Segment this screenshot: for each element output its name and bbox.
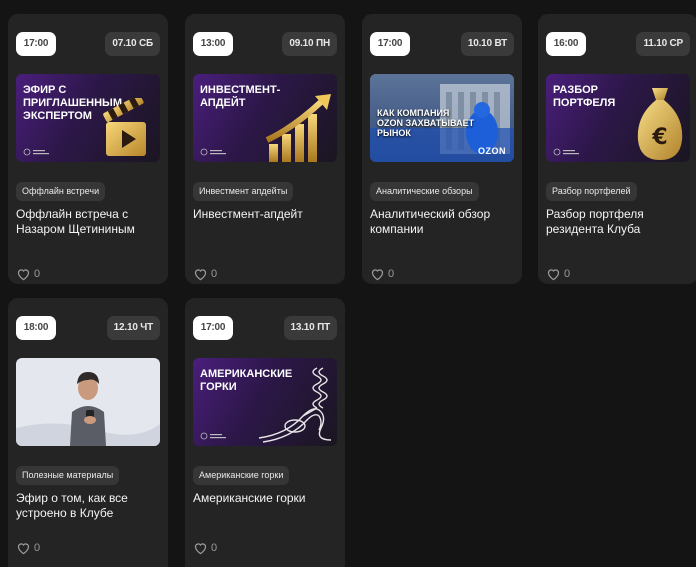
event-date: 10.10 ВТ	[460, 32, 514, 56]
event-thumbnail[interactable]: АМЕРИКАНСКИЕ ГОРКИ	[193, 358, 337, 446]
ozon-brand-label: OZON	[478, 146, 506, 156]
events-grid: 17:00 07.10 СБ ЭФИР С ПРИГЛАШЕННЫМ ЭКСПЕ…	[0, 0, 696, 567]
event-time: 17:00	[193, 316, 233, 340]
event-thumbnail[interactable]: ЭФИР С ПРИГЛАШЕННЫМ ЭКСПЕРТОМ	[16, 74, 160, 162]
event-category-tag[interactable]: Американские горки	[193, 466, 290, 485]
event-category-tag[interactable]: Оффлайн встречи	[16, 182, 106, 201]
event-category-tag[interactable]: Разбор портфелей	[546, 182, 637, 201]
rollercoaster-icon	[258, 367, 332, 443]
like-counter[interactable]: 0	[16, 266, 40, 282]
event-card[interactable]: 17:00 10.10 ВТ КАК КОМПАНИЯ OZON ЗАХВАТЫ…	[362, 14, 522, 284]
person-phone-illustration	[16, 372, 160, 446]
event-time: 17:00	[16, 32, 56, 56]
heart-icon[interactable]	[16, 541, 31, 555]
heart-icon[interactable]	[546, 267, 561, 281]
like-count: 0	[211, 268, 218, 280]
heart-icon[interactable]	[370, 267, 385, 281]
like-count: 0	[564, 268, 571, 280]
club-logo	[23, 148, 49, 156]
heart-icon[interactable]	[16, 267, 31, 281]
event-category-tag[interactable]: Аналитические обзоры	[370, 182, 479, 201]
event-card[interactable]: 17:00 07.10 СБ ЭФИР С ПРИГЛАШЕННЫМ ЭКСПЕ…	[8, 14, 168, 284]
event-date: 12.10 ЧТ	[106, 316, 160, 340]
event-title[interactable]: Эфир о том, как все устроено в Клубе	[16, 491, 164, 521]
event-date: 13.10 ПТ	[283, 316, 337, 340]
club-logo	[200, 432, 226, 440]
like-counter[interactable]: 0	[193, 266, 217, 282]
event-card[interactable]: 16:00 11.10 СР РАЗБОР ПОРТФЕЛЯ € Разбор …	[538, 14, 696, 284]
event-date: 11.10 СР	[636, 32, 690, 56]
heart-icon[interactable]	[193, 541, 208, 555]
event-title[interactable]: Оффлайн встреча с Назаром Щетининым	[16, 207, 164, 237]
event-title[interactable]: Американские горки	[193, 491, 341, 506]
like-counter[interactable]: 0	[370, 266, 394, 282]
club-logo	[200, 148, 226, 156]
thumbnail-title: КАК КОМПАНИЯ OZON ЗАХВАТЫВАЕТ РЫНОК	[377, 108, 475, 138]
like-counter[interactable]: 0	[16, 540, 40, 556]
svg-text:€: €	[651, 125, 667, 150]
like-counter[interactable]: 0	[193, 540, 217, 556]
clapperboard-icon	[103, 98, 146, 156]
like-count: 0	[34, 542, 41, 554]
club-logo	[553, 148, 579, 156]
event-thumbnail[interactable]	[16, 358, 160, 446]
growth-chart-icon	[265, 94, 331, 162]
like-count: 0	[388, 268, 395, 280]
event-time: 18:00	[16, 316, 56, 340]
money-bag-icon: €	[637, 88, 683, 160]
event-card[interactable]: 13:00 09.10 ПН ИНВЕСТМЕНТ- АПДЕЙТ Инвест…	[185, 14, 345, 284]
event-date: 09.10 ПН	[282, 32, 337, 56]
event-title[interactable]: Аналитический обзор компании	[370, 207, 518, 237]
event-title[interactable]: Инвестмент-апдейт	[193, 207, 341, 222]
event-date: 07.10 СБ	[105, 32, 160, 56]
event-category-tag[interactable]: Инвестмент апдейты	[193, 182, 294, 201]
event-card[interactable]: 18:00 12.10 ЧТ Полезные материалы Эфир о…	[8, 298, 168, 567]
event-category-tag[interactable]: Полезные материалы	[16, 466, 120, 485]
like-count: 0	[211, 542, 218, 554]
event-thumbnail[interactable]: РАЗБОР ПОРТФЕЛЯ €	[546, 74, 690, 162]
event-thumbnail[interactable]: КАК КОМПАНИЯ OZON ЗАХВАТЫВАЕТ РЫНОК OZON	[370, 74, 514, 162]
event-time: 13:00	[193, 32, 233, 56]
event-thumbnail[interactable]: ИНВЕСТМЕНТ- АПДЕЙТ	[193, 74, 337, 162]
like-count: 0	[34, 268, 41, 280]
heart-icon[interactable]	[193, 267, 208, 281]
event-card[interactable]: 17:00 13.10 ПТ АМЕРИКАНСКИЕ ГОРКИ Америк…	[185, 298, 345, 567]
event-time: 17:00	[370, 32, 410, 56]
like-counter[interactable]: 0	[546, 266, 570, 282]
event-time: 16:00	[546, 32, 586, 56]
event-title[interactable]: Разбор портфеля резидента Клуба	[546, 207, 694, 237]
thumbnail-title: РАЗБОР ПОРТФЕЛЯ	[553, 84, 616, 109]
